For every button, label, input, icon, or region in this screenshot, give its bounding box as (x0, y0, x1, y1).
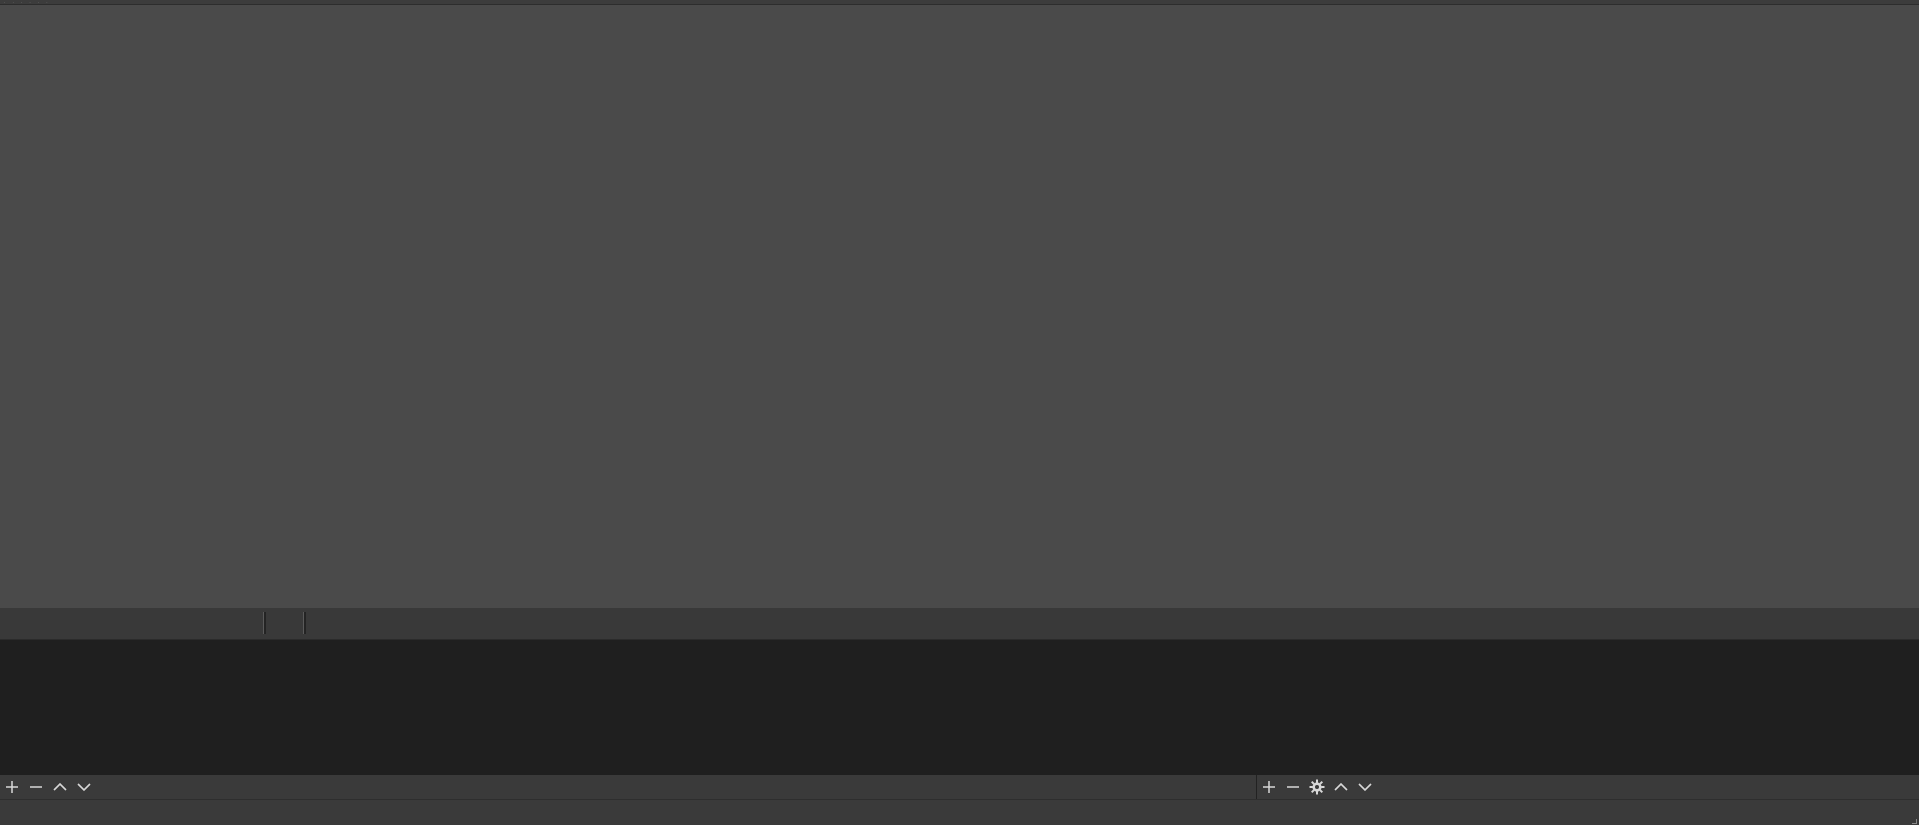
minus-icon (1287, 786, 1299, 788)
move-source-up-button[interactable] (1329, 775, 1353, 799)
add-scene-button[interactable] (0, 775, 24, 799)
minus-icon (30, 786, 42, 788)
source-properties-button[interactable] (1305, 775, 1329, 799)
preview-canvas[interactable] (0, 5, 1919, 608)
scenes-toolbar (0, 775, 1255, 799)
plus-icon (1263, 781, 1275, 793)
remove-scene-button[interactable] (24, 775, 48, 799)
app-window: · · · · · · (0, 0, 1919, 825)
chevron-up-icon (53, 782, 67, 791)
splitter-handle-right[interactable] (303, 612, 306, 634)
move-scene-up-button[interactable] (48, 775, 72, 799)
sources-list[interactable] (1256, 640, 1919, 775)
resize-grip-icon[interactable] (1912, 819, 1917, 824)
gear-icon (1309, 779, 1325, 795)
docks-area (0, 640, 1919, 775)
splitter-handle-left[interactable] (263, 612, 266, 634)
move-source-down-button[interactable] (1353, 775, 1377, 799)
add-source-button[interactable] (1257, 775, 1281, 799)
chevron-down-icon (1358, 783, 1372, 792)
menu-grip[interactable]: · · · · · · (4, 1, 51, 5)
status-bar (0, 799, 1919, 825)
scenes-list[interactable] (0, 640, 1255, 775)
plus-icon (6, 781, 18, 793)
chevron-down-icon (77, 783, 91, 792)
move-scene-down-button[interactable] (72, 775, 96, 799)
chevron-up-icon (1334, 782, 1348, 791)
preview-toolbar (0, 608, 1919, 640)
remove-source-button[interactable] (1281, 775, 1305, 799)
sources-toolbar (1256, 775, 1919, 799)
